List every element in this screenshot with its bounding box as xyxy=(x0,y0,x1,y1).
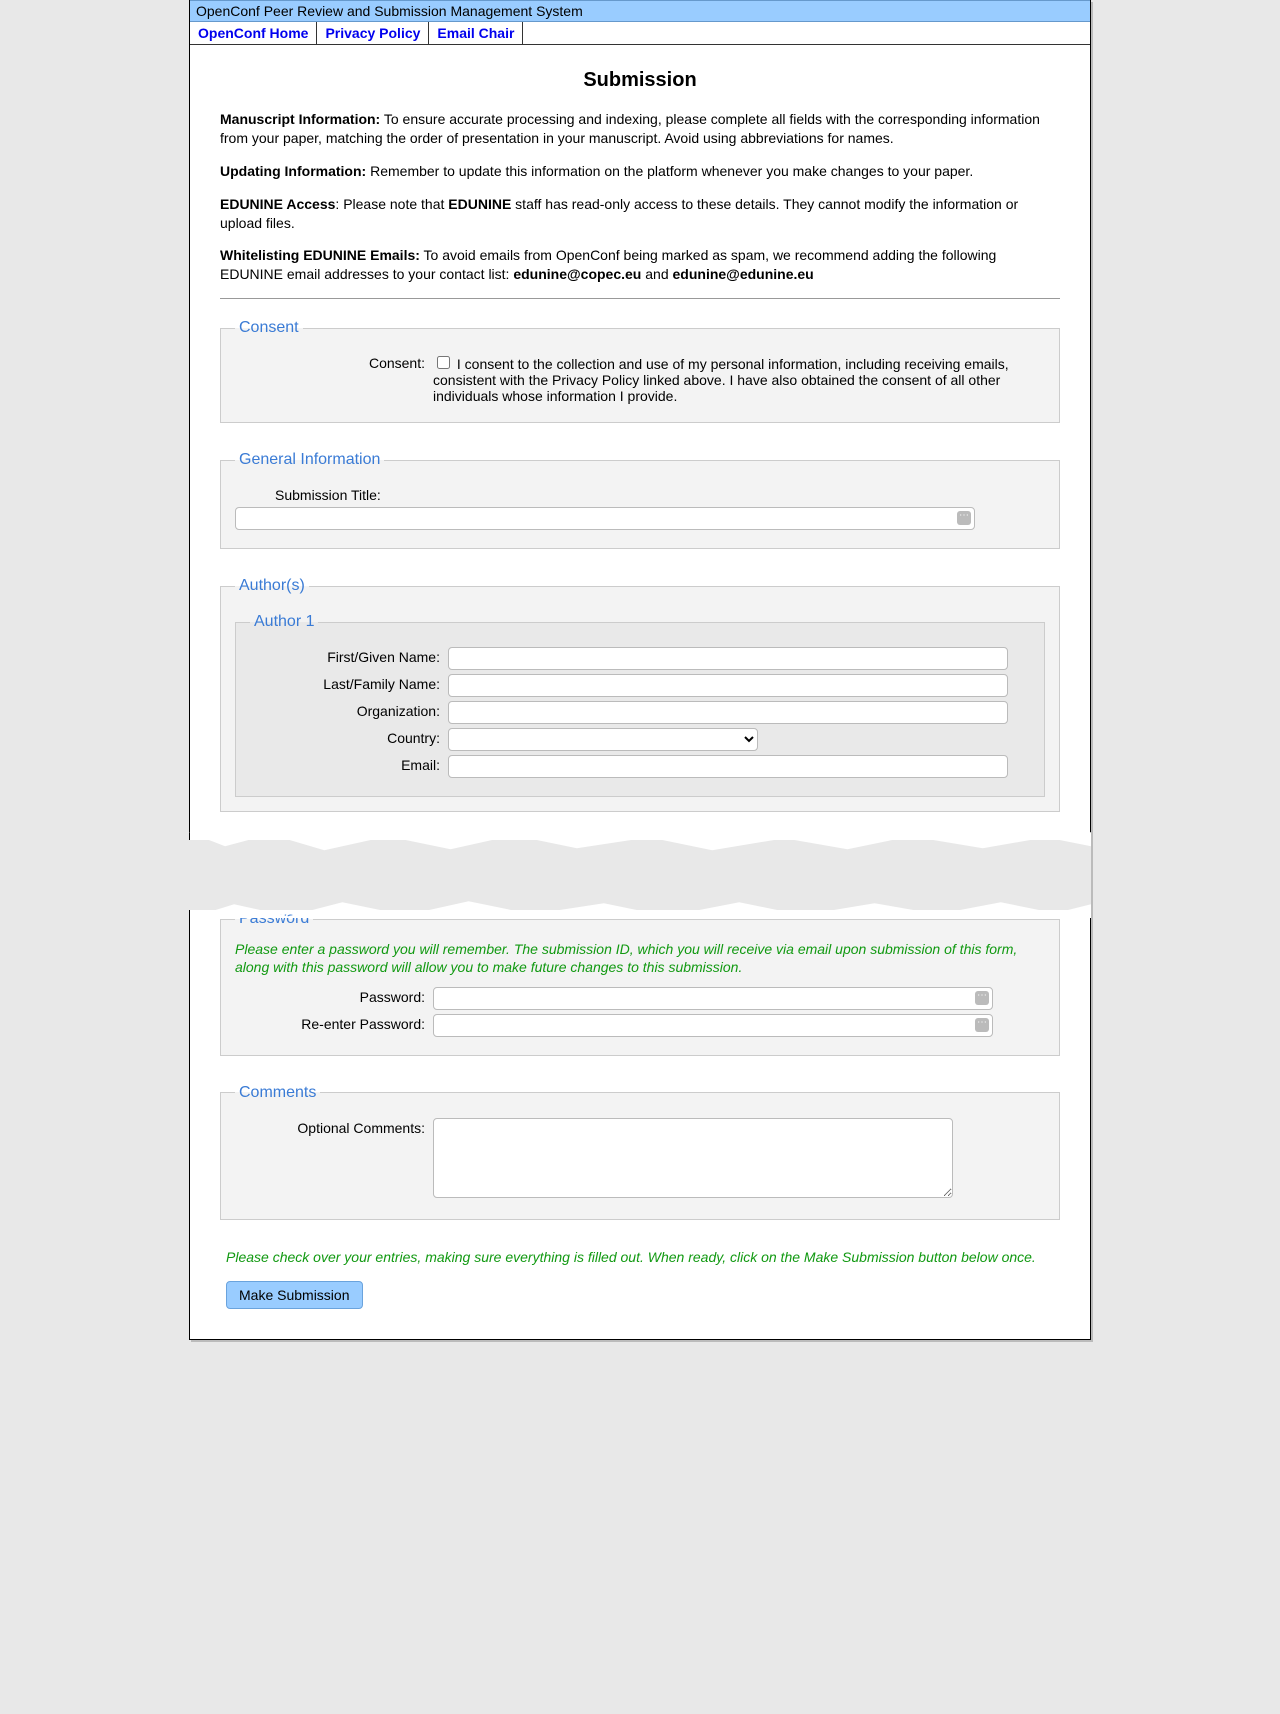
general-legend: General Information xyxy=(235,451,384,469)
author1-first-label: First/Given Name: xyxy=(250,647,448,665)
system-title-bar: OpenConf Peer Review and Submission Mana… xyxy=(190,0,1090,22)
password2-label: Re-enter Password: xyxy=(235,1014,433,1032)
intro-whitelist-email2: edunine@edunine.eu xyxy=(673,266,814,282)
intro-separator xyxy=(220,298,1060,299)
page-title: Submission xyxy=(220,69,1060,92)
submission-title-input[interactable] xyxy=(235,507,975,530)
intro-manuscript-label: Manuscript Information: xyxy=(220,111,380,127)
autofill-icon[interactable] xyxy=(975,991,989,1005)
author1-email-input[interactable] xyxy=(448,755,1008,778)
author1-last-label: Last/Family Name: xyxy=(250,674,448,692)
page-frame: OpenConf Peer Review and Submission Mana… xyxy=(189,0,1091,1340)
author1-country-select[interactable] xyxy=(448,728,758,751)
intro-whitelist-email1: edunine@copec.eu xyxy=(513,266,641,282)
intro-access: EDUNINE Access: Please note that EDUNINE… xyxy=(220,195,1060,233)
autofill-icon[interactable] xyxy=(957,511,971,525)
content-area: Submission Manuscript Information: To en… xyxy=(190,45,1090,1339)
consent-label: Consent: xyxy=(235,353,433,371)
intro-block: Manuscript Information: To ensure accura… xyxy=(220,110,1060,284)
author1-org-label: Organization: xyxy=(250,701,448,719)
author1-first-input[interactable] xyxy=(448,647,1008,670)
consent-legend: Consent xyxy=(235,319,303,337)
intro-manuscript: Manuscript Information: To ensure accura… xyxy=(220,110,1060,148)
comments-label: Optional Comments: xyxy=(235,1118,433,1136)
password-label: Password: xyxy=(235,987,433,1005)
consent-fieldset: Consent Consent: I consent to the collec… xyxy=(220,319,1060,423)
comments-fieldset: Comments Optional Comments: xyxy=(220,1084,1060,1220)
consent-text: I consent to the collection and use of m… xyxy=(433,356,1009,404)
password-fieldset: Password Please enter a password you wil… xyxy=(220,910,1060,1055)
intro-whitelist: Whitelisting EDUNINE Emails: To avoid em… xyxy=(220,246,1060,284)
page-tear xyxy=(189,840,1091,910)
intro-whitelist-and: and xyxy=(641,266,672,282)
nav-email-chair-link[interactable]: Email Chair xyxy=(429,22,523,44)
author1-country-label: Country: xyxy=(250,728,448,746)
final-hint: Please check over your entries, making s… xyxy=(220,1248,1060,1267)
autofill-icon[interactable] xyxy=(975,1018,989,1032)
author1-last-input[interactable] xyxy=(448,674,1008,697)
intro-access-bold: EDUNINE xyxy=(448,196,511,212)
intro-updating: Updating Information: Remember to update… xyxy=(220,162,1060,181)
nav-home-link[interactable]: OpenConf Home xyxy=(190,22,317,44)
system-title: OpenConf Peer Review and Submission Mana… xyxy=(196,3,583,19)
intro-updating-text: Remember to update this information on t… xyxy=(366,163,973,179)
intro-whitelist-label: Whitelisting EDUNINE Emails: xyxy=(220,247,420,263)
comments-textarea[interactable] xyxy=(433,1118,953,1198)
authors-legend: Author(s) xyxy=(235,577,309,595)
author1-org-input[interactable] xyxy=(448,701,1008,724)
nav-privacy-link[interactable]: Privacy Policy xyxy=(317,22,429,44)
author1-fieldset: Author 1 First/Given Name: Last/Family N… xyxy=(235,613,1045,797)
author1-email-label: Email: xyxy=(250,755,448,773)
consent-checkbox[interactable] xyxy=(437,356,450,369)
password-hint: Please enter a password you will remembe… xyxy=(235,940,1045,976)
password-input[interactable] xyxy=(433,987,993,1010)
password2-input[interactable] xyxy=(433,1014,993,1037)
intro-access-label: EDUNINE Access xyxy=(220,196,335,212)
authors-fieldset: Author(s) Author 1 First/Given Name: Las… xyxy=(220,577,1060,812)
author1-legend: Author 1 xyxy=(250,613,318,631)
submission-title-label: Submission Title: xyxy=(235,485,403,503)
comments-legend: Comments xyxy=(235,1084,320,1102)
general-fieldset: General Information Submission Title: xyxy=(220,451,1060,549)
intro-access-text-a: : Please note that xyxy=(335,196,448,212)
make-submission-button[interactable]: Make Submission xyxy=(226,1281,363,1309)
nav-bar: OpenConf Home Privacy Policy Email Chair xyxy=(190,22,1090,45)
intro-updating-label: Updating Information: xyxy=(220,163,366,179)
